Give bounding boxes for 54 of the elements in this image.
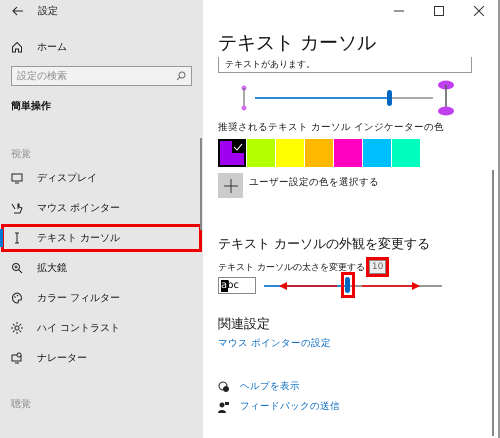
page-title: テキスト カーソル <box>218 31 378 55</box>
narrator-icon <box>11 352 23 364</box>
add-color-button[interactable] <box>218 173 243 198</box>
thickness-label: テキスト カーソルの太さを変更する <box>218 262 365 274</box>
search-icon <box>176 71 186 81</box>
color-swatch[interactable] <box>276 139 304 167</box>
color-swatch[interactable] <box>392 139 420 167</box>
magnifier-icon <box>11 262 23 274</box>
group-heading: 視覚 <box>10 148 32 162</box>
search-field[interactable]: 設定の検索 <box>11 66 192 86</box>
close-icon[interactable] <box>474 6 484 16</box>
color-swatch[interactable] <box>218 139 246 167</box>
check-icon <box>232 141 244 153</box>
help-link[interactable]: フィードバックの送信 <box>240 400 340 413</box>
nav-item[interactable]: 拡大鏡 <box>0 253 203 283</box>
pointer-hand-icon <box>11 202 23 214</box>
palette-icon <box>11 292 23 304</box>
sun-icon <box>11 322 23 334</box>
color-swatch[interactable] <box>334 139 362 167</box>
settings-link[interactable]: マウス ポインターの設定 <box>218 337 498 350</box>
right-arrow <box>362 282 420 290</box>
color-swatch[interactable] <box>305 139 333 167</box>
large-cursor-icon <box>437 80 455 116</box>
nav-item[interactable]: マウス ポインター <box>0 193 203 223</box>
thickness-value: 10 <box>368 260 386 274</box>
color-section-label: 推奨されるテキスト カーソル インジケーターの色 <box>218 121 446 134</box>
color-swatch[interactable] <box>363 139 391 167</box>
group-heading: 聴覚 <box>10 398 32 412</box>
slider-thumb[interactable] <box>386 90 392 106</box>
plus-icon <box>224 178 238 192</box>
scrollbar[interactable] <box>492 170 494 436</box>
nav-item[interactable]: ハイ コントラスト <box>0 313 203 343</box>
home-icon <box>11 41 23 53</box>
monitor-icon <box>11 172 23 184</box>
preview-text: テキストがあります。 <box>225 59 315 71</box>
section-heading: テキスト カーソルの外観を変更する <box>218 236 432 254</box>
nav-item[interactable]: ディスプレイ <box>0 163 203 193</box>
section-title: 簡単操作 <box>10 100 52 114</box>
scrollbar[interactable] <box>200 138 202 230</box>
help-icon <box>218 380 230 392</box>
section-heading: 関連設定 <box>218 316 271 334</box>
small-cursor-icon <box>240 85 248 111</box>
maximize-icon[interactable] <box>434 6 444 16</box>
feedback-icon <box>218 400 230 412</box>
color-swatch[interactable] <box>247 139 275 167</box>
back-arrow-icon[interactable] <box>12 6 24 16</box>
nav-item[interactable]: テキスト カーソル <box>0 223 203 253</box>
help-link[interactable]: ヘルプを表示 <box>240 380 300 393</box>
home-nav-item[interactable]: ホーム <box>0 36 203 58</box>
nav-item[interactable]: カラー フィルター <box>0 283 203 313</box>
nav-item[interactable]: ナレーター <box>0 343 203 373</box>
left-arrow <box>278 282 337 290</box>
window-title: 設定 <box>38 4 58 18</box>
custom-color-link[interactable]: ユーザー設定の色を選択する <box>249 176 379 189</box>
